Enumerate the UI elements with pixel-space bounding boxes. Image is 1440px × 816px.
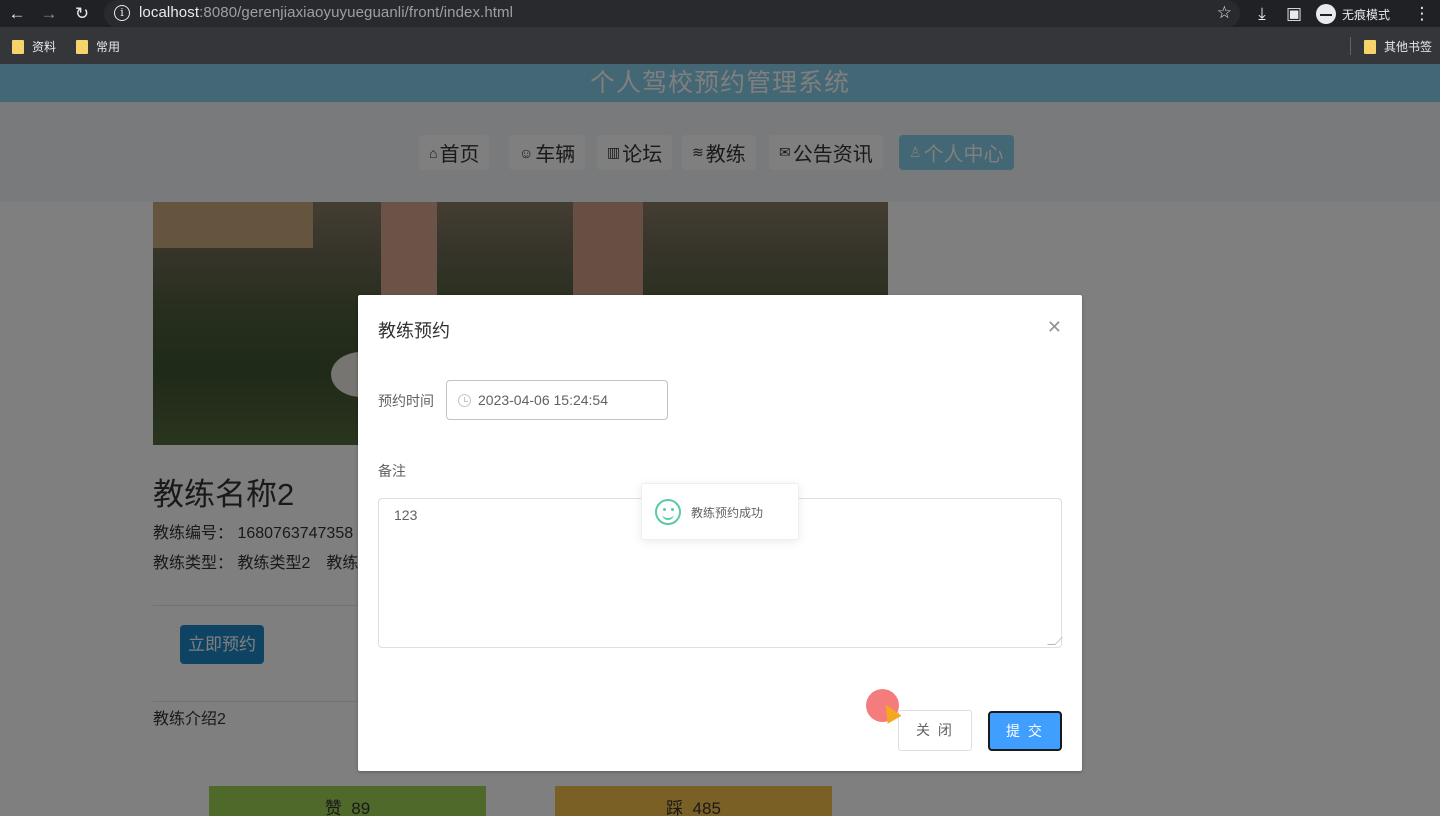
forward-icon[interactable]: → bbox=[38, 3, 60, 25]
sidepanel-icon[interactable]: ▣ bbox=[1283, 3, 1305, 25]
site-info-icon[interactable]: i bbox=[114, 5, 130, 21]
close-button[interactable]: 关 闭 bbox=[898, 710, 972, 751]
bookmark-label: 常用 bbox=[96, 40, 121, 54]
bookmark-folder-ziliao[interactable]: 资料 bbox=[12, 38, 56, 55]
booking-time-input[interactable]: 2023-04-06 15:24:54 bbox=[446, 380, 668, 420]
success-toast: 教练预约成功 bbox=[641, 483, 799, 540]
note-value: 123 bbox=[394, 507, 418, 523]
booking-time-label: 预约时间 bbox=[378, 393, 434, 409]
incognito-indicator[interactable]: 无痕模式 bbox=[1316, 3, 1390, 25]
browser-toolbar: ← → ↻ i localhost:8080/gerenjiaxiaoyuyue… bbox=[0, 0, 1440, 27]
incognito-label: 无痕模式 bbox=[1342, 7, 1391, 22]
clock-icon bbox=[458, 394, 471, 407]
resize-handle-icon[interactable] bbox=[1047, 637, 1063, 645]
bookmark-folder-changyong[interactable]: 常用 bbox=[76, 38, 120, 55]
bookmarks-bar: 资料 常用 其他书签 bbox=[0, 27, 1440, 64]
dialog-title: 教练预约 bbox=[378, 321, 450, 341]
booking-time-value: 2023-04-06 15:24:54 bbox=[478, 392, 608, 408]
other-bookmarks[interactable]: 其他书签 bbox=[1364, 38, 1432, 55]
close-icon[interactable]: ✕ bbox=[1047, 317, 1062, 338]
submit-button[interactable]: 提 交 bbox=[988, 711, 1062, 751]
booking-dialog: 教练预约 ✕ 预约时间 2023-04-06 15:24:54 备注 123 教… bbox=[358, 295, 1082, 771]
incognito-icon bbox=[1316, 4, 1336, 24]
bookmark-star-icon[interactable]: ☆ bbox=[1217, 3, 1232, 23]
bookmark-label: 其他书签 bbox=[1384, 40, 1433, 54]
bookmark-label: 资料 bbox=[32, 40, 57, 54]
menu-icon[interactable]: ⋮ bbox=[1411, 3, 1433, 25]
toast-message: 教练预约成功 bbox=[691, 506, 764, 520]
download-icon[interactable]: ⤓ bbox=[1251, 3, 1273, 25]
bookmark-separator bbox=[1350, 37, 1351, 55]
note-label: 备注 bbox=[378, 463, 406, 479]
address-bar[interactable]: i localhost:8080/gerenjiaxiaoyuyueguanli… bbox=[104, 0, 1240, 27]
back-icon[interactable]: ← bbox=[6, 3, 28, 25]
reload-icon[interactable]: ↻ bbox=[71, 3, 93, 25]
folder-icon bbox=[12, 39, 24, 54]
folder-icon bbox=[1364, 39, 1376, 54]
url-text: localhost:8080/gerenjiaxiaoyuyueguanli/f… bbox=[139, 4, 514, 21]
smile-icon bbox=[655, 499, 681, 525]
folder-icon bbox=[76, 39, 88, 54]
